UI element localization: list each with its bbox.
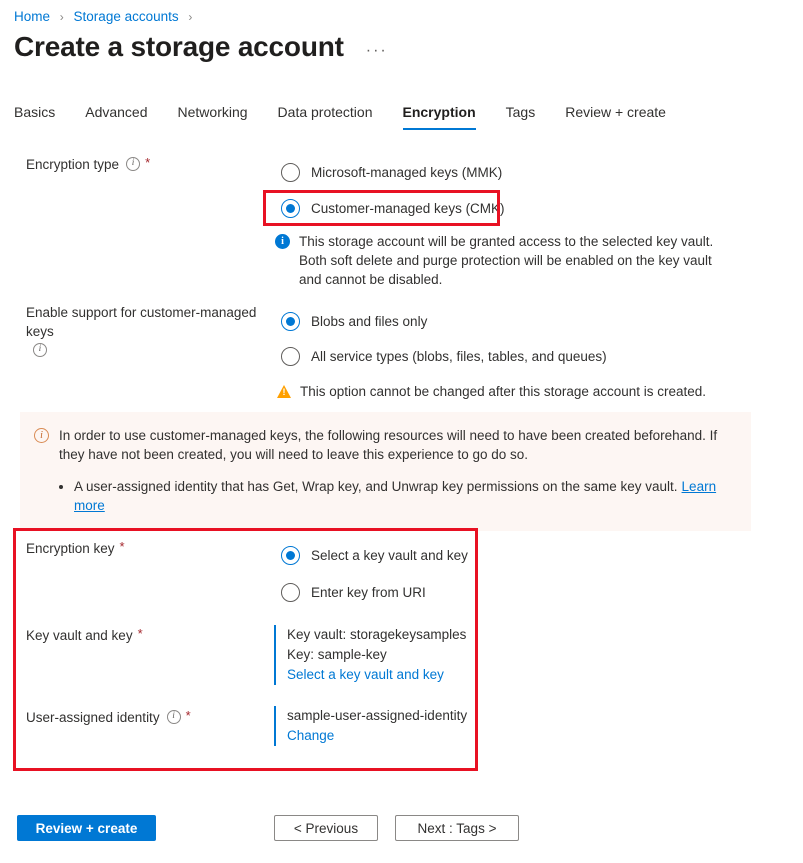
user-assigned-identity-label-group: User-assigned identity i * xyxy=(26,708,266,727)
key-vault-name: Key vault: storagekeysamples xyxy=(287,625,466,645)
select-key-vault-and-key-link[interactable]: Select a key vault and key xyxy=(287,665,466,685)
breadcrumb-item-home[interactable]: Home xyxy=(14,9,50,24)
key-name: Key: sample-key xyxy=(287,645,466,665)
tab-advanced[interactable]: Advanced xyxy=(85,103,147,130)
title-row: Create a storage account ··· xyxy=(14,29,388,65)
tab-tags[interactable]: Tags xyxy=(506,103,536,130)
wizard-tabs: Basics Advanced Networking Data protecti… xyxy=(14,100,666,130)
key-vault-and-key-value-block: Key vault: storagekeysamples Key: sample… xyxy=(274,625,466,685)
tab-data-protection[interactable]: Data protection xyxy=(278,103,373,130)
user-assigned-identity-name: sample-user-assigned-identity xyxy=(287,706,467,726)
radio-select-key-vault-and-key[interactable] xyxy=(281,546,300,565)
radio-cmk-label: Customer-managed keys (CMK) xyxy=(311,199,505,218)
radio-mmk[interactable] xyxy=(281,163,300,182)
list-item: A user-assigned identity that has Get, W… xyxy=(74,477,735,515)
info-icon[interactable]: i xyxy=(167,710,181,724)
encryption-type-label: Encryption type xyxy=(26,155,119,174)
more-options-icon[interactable]: ··· xyxy=(366,46,388,56)
radio-all-service-types-label: All service types (blobs, files, tables,… xyxy=(311,347,607,366)
change-identity-link[interactable]: Change xyxy=(287,726,467,746)
info-icon[interactable]: i xyxy=(33,343,47,357)
radio-blobs-and-files-only[interactable] xyxy=(281,312,300,331)
user-assigned-identity-label: User-assigned identity xyxy=(26,708,160,727)
cmk-info-message-text: This storage account will be granted acc… xyxy=(299,232,735,289)
user-assigned-identity-value-block: sample-user-assigned-identity Change xyxy=(274,706,467,746)
enable-support-warning-text: This option cannot be changed after this… xyxy=(300,382,706,401)
encryption-key-label: Encryption key xyxy=(26,539,115,558)
tab-networking[interactable]: Networking xyxy=(178,103,248,130)
encryption-key-label-group: Encryption key * xyxy=(26,539,266,558)
warning-triangle-icon xyxy=(277,385,291,398)
page-title: Create a storage account xyxy=(14,29,344,65)
breadcrumb-separator-icon: › xyxy=(60,10,64,24)
radio-cmk[interactable] xyxy=(281,199,300,218)
info-icon[interactable]: i xyxy=(126,157,140,171)
radio-all-service-types[interactable] xyxy=(281,347,300,366)
encryption-type-option-mmk[interactable]: Microsoft-managed keys (MMK) xyxy=(281,161,502,183)
enable-support-option-all-services[interactable]: All service types (blobs, files, tables,… xyxy=(281,345,607,367)
enable-support-option-blobs-files[interactable]: Blobs and files only xyxy=(281,310,427,332)
required-asterisk: * xyxy=(186,708,191,724)
radio-blobs-and-files-only-label: Blobs and files only xyxy=(311,312,427,331)
key-vault-and-key-label: Key vault and key xyxy=(26,626,133,645)
enable-support-warning-message: This option cannot be changed after this… xyxy=(277,382,737,401)
encryption-type-label-group: Encryption type i * xyxy=(26,155,256,174)
info-filled-icon: i xyxy=(275,234,290,249)
create-storage-account-page: Home › Storage accounts › Create a stora… xyxy=(0,0,803,863)
breadcrumb-separator-icon: › xyxy=(188,10,192,24)
info-circle-outline-icon: i xyxy=(34,428,49,443)
cmk-prerequisite-bullet-text: A user-assigned identity that has Get, W… xyxy=(74,479,678,494)
encryption-type-option-cmk[interactable]: Customer-managed keys (CMK) xyxy=(281,197,505,219)
radio-enter-key-from-uri[interactable] xyxy=(281,583,300,602)
tab-encryption[interactable]: Encryption xyxy=(403,103,476,130)
tab-review-create[interactable]: Review + create xyxy=(565,103,666,130)
key-vault-and-key-label-group: Key vault and key * xyxy=(26,626,266,645)
enable-support-label-group: Enable support for customer-managed keys… xyxy=(26,303,281,357)
review-create-button[interactable]: Review + create xyxy=(17,815,156,841)
encryption-key-option-select-vault[interactable]: Select a key vault and key xyxy=(281,544,468,566)
breadcrumb: Home › Storage accounts › xyxy=(14,8,198,26)
radio-mmk-label: Microsoft-managed keys (MMK) xyxy=(311,163,502,182)
encryption-key-option-enter-uri[interactable]: Enter key from URI xyxy=(281,581,426,603)
radio-select-key-vault-and-key-label: Select a key vault and key xyxy=(311,546,468,565)
cmk-info-message: i This storage account will be granted a… xyxy=(275,232,735,289)
cmk-prerequisites-banner-text: In order to use customer-managed keys, t… xyxy=(59,426,735,464)
required-asterisk: * xyxy=(145,155,150,171)
required-asterisk: * xyxy=(120,539,125,555)
radio-enter-key-from-uri-label: Enter key from URI xyxy=(311,583,426,602)
enable-support-label: Enable support for customer-managed keys xyxy=(26,303,281,341)
next-tags-button[interactable]: Next : Tags > xyxy=(395,815,519,841)
tab-basics[interactable]: Basics xyxy=(14,103,55,130)
breadcrumb-item-storage-accounts[interactable]: Storage accounts xyxy=(74,9,179,24)
cmk-prerequisites-banner: i In order to use customer-managed keys,… xyxy=(20,412,751,531)
previous-button[interactable]: < Previous xyxy=(274,815,378,841)
cmk-prerequisites-list: A user-assigned identity that has Get, W… xyxy=(34,477,735,515)
required-asterisk: * xyxy=(138,626,143,642)
